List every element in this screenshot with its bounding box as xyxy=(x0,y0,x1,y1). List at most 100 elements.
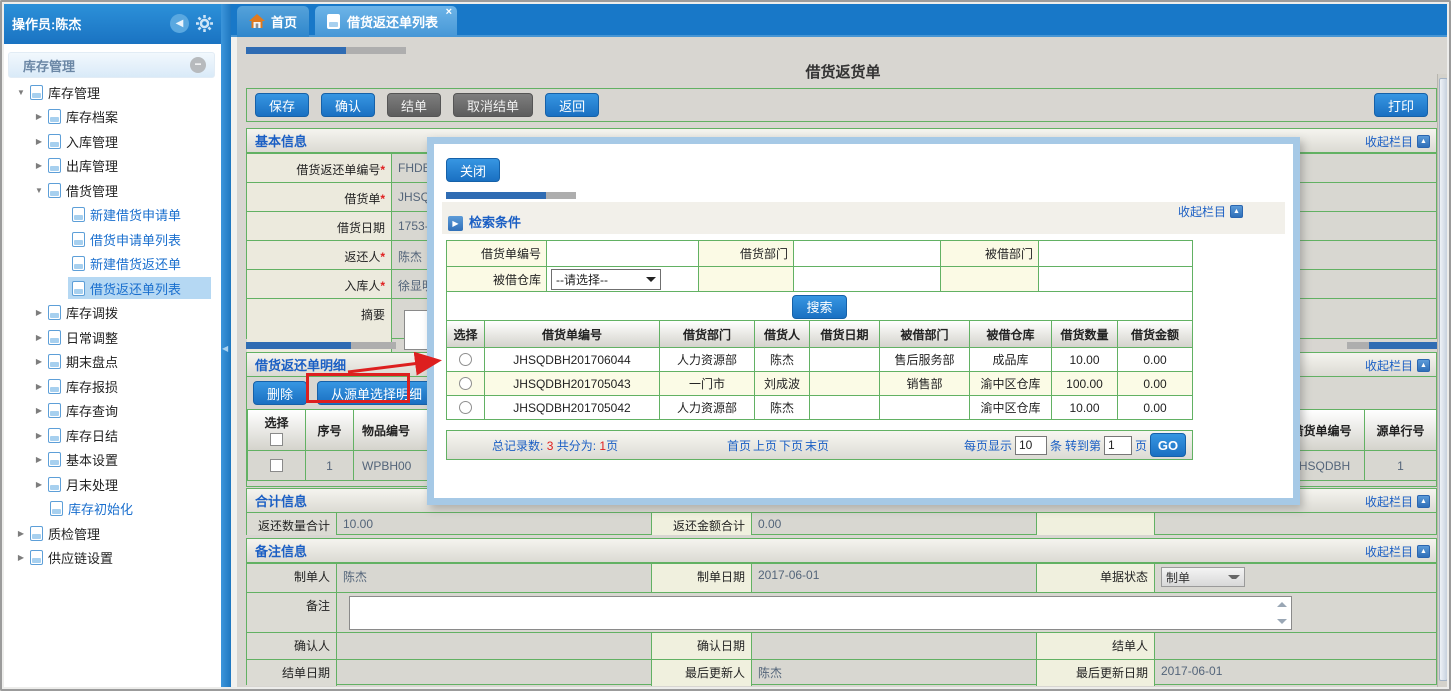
row-checkbox[interactable] xyxy=(270,459,283,472)
sidebar-panel-header[interactable]: 库存管理 − xyxy=(8,52,215,78)
collapsed-arrow-icon[interactable]: ▶ xyxy=(16,529,26,538)
note-textarea[interactable] xyxy=(349,596,1292,630)
select-all-checkbox[interactable] xyxy=(270,433,283,446)
tree-item-inventory-mgmt[interactable]: ▼库存管理 xyxy=(2,80,221,105)
operator-label: 操作员:陈杰 xyxy=(12,14,163,33)
tree-item-borrow-return-list[interactable]: 借货返还单列表 xyxy=(2,276,221,301)
close-order-button[interactable]: 结单 xyxy=(387,93,441,117)
goto-page-input[interactable] xyxy=(1104,436,1132,455)
collapse-up-icon[interactable]: ▲ xyxy=(1417,545,1430,558)
collapse-back-icon[interactable]: ◀ xyxy=(170,14,189,33)
prev-page-link[interactable]: 上页 xyxy=(753,439,777,453)
collapsed-arrow-icon[interactable]: ▶ xyxy=(34,431,44,440)
panel-collapse-icon[interactable]: − xyxy=(190,57,206,73)
collapse-up-icon[interactable]: ▲ xyxy=(1417,495,1430,508)
collapsed-arrow-icon[interactable]: ▶ xyxy=(34,308,44,317)
remarks-row: 结单日期 最后更新人 陈杰 最后更新日期 2017-06-01 xyxy=(247,659,1436,686)
go-button[interactable]: GO xyxy=(1150,433,1186,457)
tree-item-qc-mgmt[interactable]: ▶质检管理 xyxy=(2,521,221,546)
vertical-scrollbar[interactable] xyxy=(1437,74,1449,689)
collapse-section-control[interactable]: 收起栏目▲ xyxy=(1365,133,1430,150)
per-page-input[interactable] xyxy=(1015,436,1047,455)
collapsed-arrow-icon[interactable]: ▶ xyxy=(34,406,44,415)
lent-dept-input[interactable] xyxy=(1039,241,1192,266)
collapse-section-control[interactable]: 收起栏目▲ xyxy=(1365,357,1430,374)
row-radio[interactable] xyxy=(459,353,472,366)
expanded-arrow-icon[interactable]: ▼ xyxy=(16,88,26,97)
return-amt-total: 0.00 xyxy=(752,513,1037,535)
home-icon xyxy=(249,14,265,29)
close-dialog-button[interactable]: 关闭 xyxy=(446,158,500,182)
tree-item-inventory-transfer[interactable]: ▶库存调拨 xyxy=(2,301,221,326)
tree-item-supply-chain-settings[interactable]: ▶供应链设置 xyxy=(2,546,221,571)
loading-bar xyxy=(446,192,576,199)
collapsed-arrow-icon[interactable]: ▶ xyxy=(34,357,44,366)
collapse-up-icon[interactable]: ▲ xyxy=(1417,359,1430,372)
first-page-link[interactable]: 首页 xyxy=(727,439,751,453)
tree-item-daily-close[interactable]: ▶库存日结 xyxy=(2,423,221,448)
tree-item-new-borrow-return[interactable]: 新建借货返还单 xyxy=(2,252,221,277)
doc-icon xyxy=(327,14,340,29)
tree-item-inventory-archive[interactable]: ▶库存档案 xyxy=(2,105,221,130)
back-button[interactable]: 返回 xyxy=(545,93,599,117)
doc-icon xyxy=(72,281,85,296)
scrollbar-thumb[interactable] xyxy=(1439,78,1448,681)
collapse-section-control[interactable]: 收起栏目▲ xyxy=(1365,543,1430,560)
collapsed-arrow-icon[interactable]: ▶ xyxy=(34,137,44,146)
tree-item-outbound-mgmt[interactable]: ▶出库管理 xyxy=(2,154,221,179)
delete-button[interactable]: 删除 xyxy=(253,381,307,405)
tree-item-basic-settings[interactable]: ▶基本设置 xyxy=(2,448,221,473)
print-button[interactable]: 打印 xyxy=(1374,93,1428,117)
result-row: JHSQDBH201705043 一门市 刘成波 销售部 渝中区仓库 100.0… xyxy=(447,371,1192,395)
last-page-link[interactable]: 末页 xyxy=(805,439,829,453)
collapsed-arrow-icon[interactable]: ▶ xyxy=(34,480,44,489)
tree-item-inbound-mgmt[interactable]: ▶入库管理 xyxy=(2,129,221,154)
close-date-value xyxy=(337,660,652,686)
lent-warehouse-select[interactable]: --请选择-- xyxy=(551,269,661,290)
collapsed-arrow-icon[interactable]: ▶ xyxy=(34,333,44,342)
collapsed-arrow-icon[interactable]: ▶ xyxy=(16,553,26,562)
tree-item-inventory-init[interactable]: 库存初始化 xyxy=(2,497,221,522)
gear-icon[interactable] xyxy=(196,15,213,32)
sidebar-splitter[interactable]: ◀ xyxy=(221,2,231,689)
cancel-close-order-button[interactable]: 取消结单 xyxy=(453,93,533,117)
row-radio[interactable] xyxy=(459,377,472,390)
row-radio[interactable] xyxy=(459,401,472,414)
tab-borrow-return-list[interactable]: 借货返还单列表 × xyxy=(315,6,457,37)
collapse-up-icon[interactable]: ▲ xyxy=(1230,205,1243,218)
collapsed-arrow-icon[interactable]: ▶ xyxy=(34,382,44,391)
tab-home[interactable]: 首页 xyxy=(237,6,309,37)
status-select[interactable]: 制单 xyxy=(1161,567,1245,587)
collapse-up-icon[interactable]: ▲ xyxy=(1417,135,1430,148)
collapsed-arrow-icon[interactable]: ▶ xyxy=(34,112,44,121)
doc-icon xyxy=(50,501,63,516)
annotation-arrow xyxy=(338,352,453,378)
splitter-collapse-icon[interactable]: ◀ xyxy=(222,344,228,353)
tree-item-inventory-query[interactable]: ▶库存查询 xyxy=(2,399,221,424)
collapsed-arrow-icon[interactable]: ▶ xyxy=(34,161,44,170)
search-button[interactable]: 搜索 xyxy=(792,295,846,319)
tree-item-inventory-loss[interactable]: ▶库存报损 xyxy=(2,374,221,399)
tree-item-daily-adjust[interactable]: ▶日常调整 xyxy=(2,325,221,350)
textarea-scrollbar[interactable] xyxy=(1275,599,1289,627)
result-row: JHSQDBH201705042 人力资源部 陈杰 渝中区仓库 10.00 0.… xyxy=(447,395,1192,419)
collapsed-arrow-icon[interactable]: ▶ xyxy=(34,455,44,464)
doc-icon xyxy=(48,403,61,418)
remarks-row: 备注 xyxy=(247,592,1436,632)
tree-item-new-borrow-request[interactable]: 新建借货申请单 xyxy=(2,203,221,228)
page-links: 首页上页下页末页 xyxy=(727,437,831,454)
tree-item-borrow-request-list[interactable]: 借货申请单列表 xyxy=(2,227,221,252)
expanded-arrow-icon[interactable]: ▼ xyxy=(34,186,44,195)
record-count: 总记录数: 3 共分为: 1页 xyxy=(492,437,618,454)
order-no-input[interactable] xyxy=(547,241,699,266)
save-button[interactable]: 保存 xyxy=(255,93,309,117)
next-page-link[interactable]: 下页 xyxy=(779,439,803,453)
tree-item-borrow-mgmt[interactable]: ▼借货管理 xyxy=(2,178,221,203)
tree-item-month-end[interactable]: ▶月末处理 xyxy=(2,472,221,497)
collapse-section-control[interactable]: 收起栏目▲ xyxy=(1365,493,1430,510)
collapse-section-control[interactable]: 收起栏目▲ xyxy=(1178,203,1243,220)
confirm-button[interactable]: 确认 xyxy=(321,93,375,117)
close-tab-icon[interactable]: × xyxy=(446,6,452,18)
tree-item-period-count[interactable]: ▶期末盘点 xyxy=(2,350,221,375)
borrow-dept-input[interactable] xyxy=(794,241,941,266)
